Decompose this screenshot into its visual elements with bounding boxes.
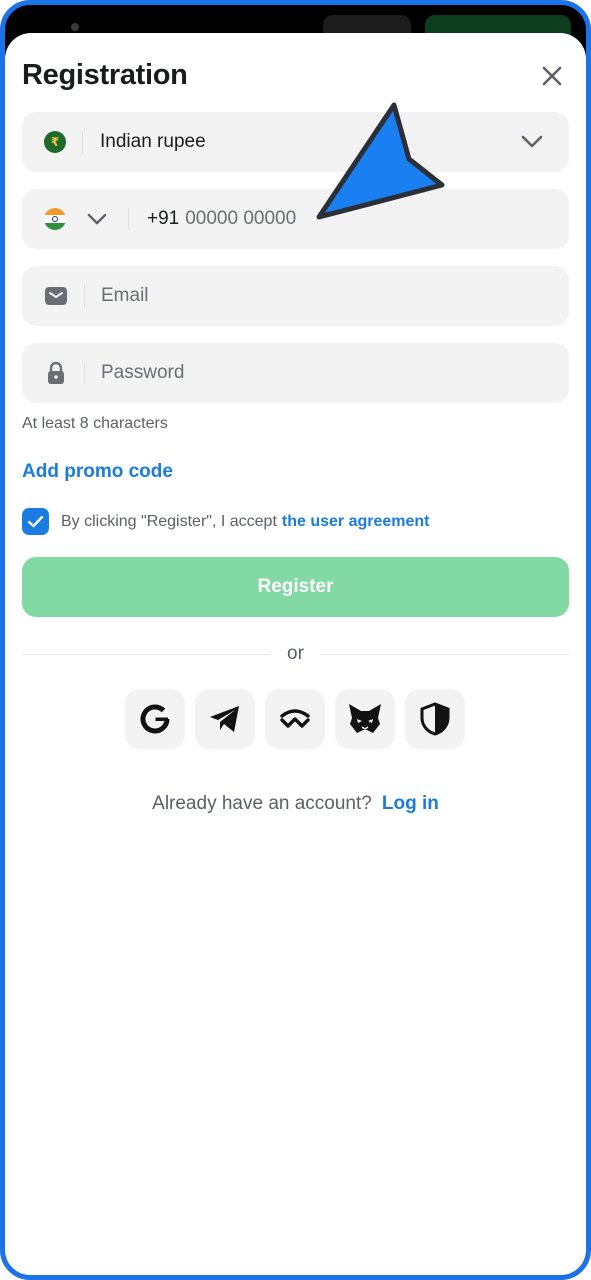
phone-frame: Registration ₹ Indian rupee +91 00000 00… [0, 0, 591, 1280]
registration-sheet: Registration ₹ Indian rupee +91 00000 00… [5, 33, 586, 1275]
social-login-row [125, 689, 465, 749]
field-divider [84, 362, 85, 384]
india-flag-icon[interactable] [44, 208, 66, 230]
shield-icon [420, 702, 450, 736]
field-divider [128, 208, 129, 230]
or-label: or [287, 643, 304, 664]
agreement-checkbox[interactable] [22, 508, 49, 535]
password-field[interactable]: Password [22, 343, 569, 403]
phone-input[interactable]: 00000 00000 [185, 208, 296, 230]
agreement-row: By clicking "Register", I accept the use… [22, 508, 430, 535]
telegram-login-button[interactable] [195, 689, 255, 749]
email-field[interactable]: Email [22, 266, 569, 326]
walletconnect-login-button[interactable] [265, 689, 325, 749]
field-divider [82, 131, 83, 153]
mail-icon [44, 284, 68, 308]
walletconnect-icon [280, 709, 310, 728]
page-title: Registration [22, 59, 188, 91]
checkmark-icon [27, 515, 44, 528]
close-icon [542, 66, 562, 86]
chevron-down-icon[interactable] [84, 206, 110, 232]
currency-select[interactable]: ₹ Indian rupee [22, 112, 569, 172]
login-link[interactable]: Log in [382, 793, 439, 815]
or-divider: or [22, 641, 569, 667]
close-button[interactable] [537, 61, 567, 91]
phone-country-code: +91 [147, 208, 180, 229]
rupee-icon: ₹ [44, 131, 66, 153]
shield-login-button[interactable] [405, 689, 465, 749]
login-prompt-text: Already have an account? [152, 793, 372, 814]
phone-field[interactable]: +91 00000 00000 [22, 189, 569, 249]
password-hint: At least 8 characters [22, 415, 168, 432]
password-input[interactable]: Password [101, 362, 184, 384]
metamask-icon [349, 704, 381, 733]
agreement-text: By clicking "Register", I accept [61, 512, 277, 530]
add-promo-code-link[interactable]: Add promo code [22, 461, 173, 483]
user-agreement-link[interactable]: the user agreement [282, 513, 430, 531]
lock-icon [44, 361, 68, 385]
email-input[interactable]: Email [101, 285, 149, 307]
register-button[interactable]: Register [22, 557, 569, 617]
divider-line [22, 653, 272, 655]
metamask-login-button[interactable] [335, 689, 395, 749]
divider-line [319, 653, 569, 655]
google-login-button[interactable] [125, 689, 185, 749]
chevron-down-icon [519, 129, 545, 155]
field-divider [84, 285, 85, 307]
login-prompt: Already have an account? Log in [5, 793, 586, 815]
currency-label: Indian rupee [100, 131, 206, 152]
google-icon [140, 704, 170, 734]
camera-dot [71, 23, 79, 31]
telegram-icon [210, 706, 239, 732]
